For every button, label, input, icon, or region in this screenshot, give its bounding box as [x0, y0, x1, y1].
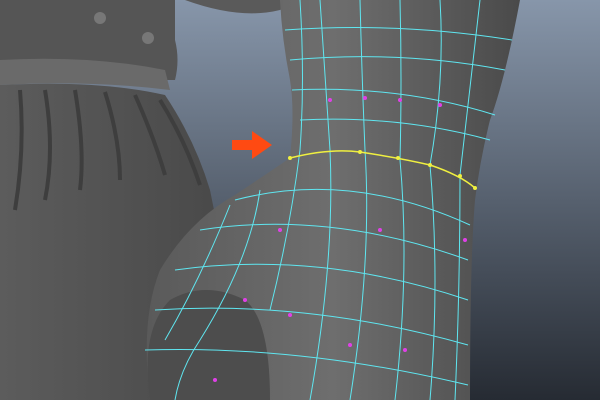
- 3d-viewport[interactable]: [0, 0, 600, 400]
- viewport-canvas[interactable]: [0, 0, 600, 400]
